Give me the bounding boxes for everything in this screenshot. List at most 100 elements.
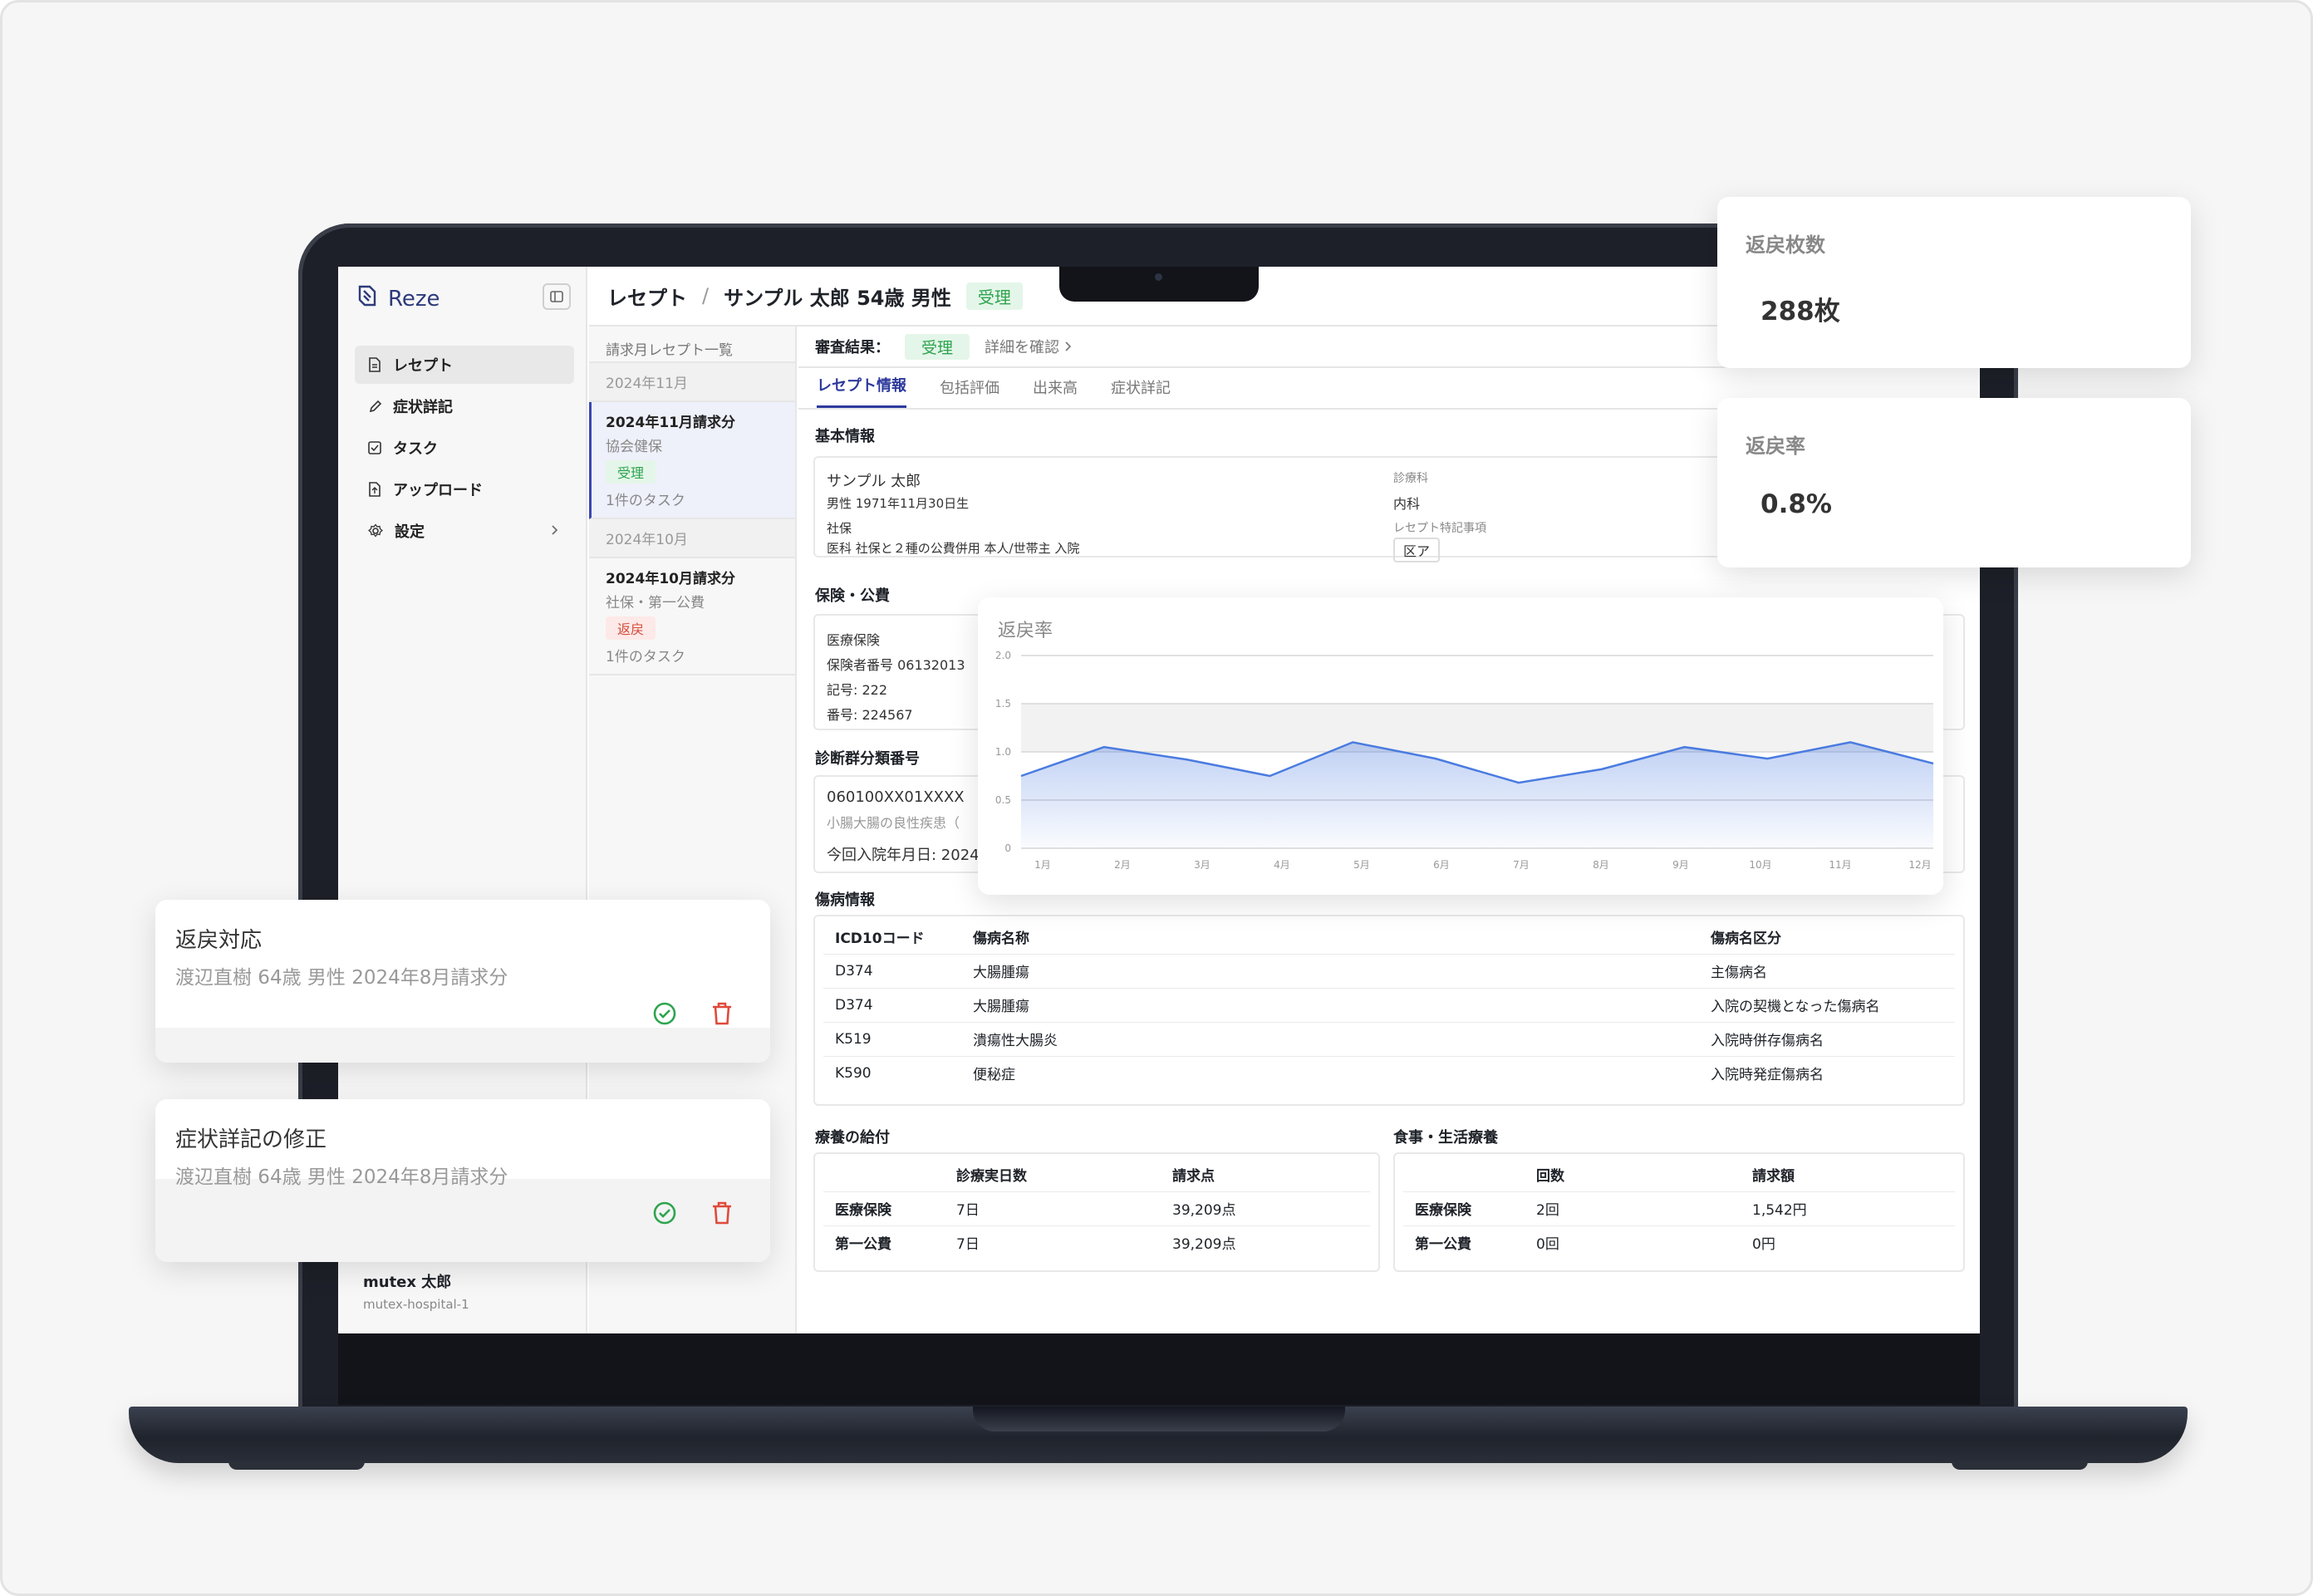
complete-button[interactable] — [651, 999, 679, 1028]
check-circle-icon — [653, 1002, 676, 1025]
insurance-category: 社保 — [827, 521, 852, 536]
table-cell: 大腸腫瘍 — [961, 954, 1699, 989]
insurance-number: 番号: 224567 — [827, 707, 913, 723]
table-cell: 第一公費 — [835, 1236, 891, 1254]
special-label: レセプト特記事項 — [1393, 522, 1486, 535]
tab-comprehensive[interactable]: 包括評価 — [940, 376, 999, 408]
x-tick-label: 4月 — [1274, 859, 1290, 871]
review-detail-label: 詳細を確認 — [985, 339, 1060, 356]
sidebar-item-upload[interactable]: アップロード — [355, 470, 574, 508]
list-item[interactable]: 2024年10月請求分 社保・第一公費 返戻 1件のタスク — [589, 558, 795, 675]
stat-value: 0.8% — [1761, 489, 1832, 519]
table-row[interactable]: K519 潰瘍性大腸炎 入院時併存傷病名 — [823, 1022, 1955, 1057]
stat-label: 返戻枚数 — [1746, 233, 1825, 257]
x-tick-label: 1月 — [1034, 859, 1051, 871]
table-row[interactable]: D374 大腸腫瘍 入院の契機となった傷病名 — [823, 988, 1955, 1023]
table-cell: 第一公費 — [1415, 1236, 1471, 1254]
table-cell: 潰瘍性大腸炎 — [961, 1022, 1699, 1057]
column-header: 傷病名区分 — [1699, 920, 1955, 955]
sidebar-item-symptom[interactable]: 症状詳記 — [355, 387, 574, 425]
delete-button[interactable] — [708, 1199, 736, 1227]
brand[interactable]: Reze — [355, 283, 440, 314]
table-cell: 入院時併存傷病名 — [1699, 1022, 1955, 1057]
task-title: 返戻対応 — [175, 928, 263, 953]
hospital-id: mutex-hospital-1 — [363, 1297, 469, 1312]
table-cell: 39,209点 — [1172, 1236, 1236, 1254]
list-item-tasks: 1件のタスク — [606, 493, 685, 509]
column-header: 傷病名称 — [961, 920, 1699, 955]
task-card[interactable]: 返戻対応 渡辺直樹 64歳 男性 2024年8月請求分 — [155, 900, 770, 1063]
insurance-symbol: 記号: 222 — [827, 682, 888, 698]
table-cell: 7日 — [945, 1191, 1161, 1226]
task-card-footer — [155, 1028, 770, 1063]
status-badge: 受理 — [965, 282, 1023, 310]
task-subtitle: 渡辺直樹 64歳 男性 2024年8月請求分 — [175, 1166, 508, 1188]
breadcrumb-section[interactable]: レセプト — [607, 282, 687, 311]
sidebar-item-label: 症状詳記 — [393, 399, 453, 416]
camera-notch — [1059, 267, 1259, 302]
column-header: 診療実日数 — [945, 1157, 1161, 1192]
stat-card-return-rate: 返戻率 0.8% — [1717, 398, 2191, 567]
table-cell: D374 — [823, 988, 961, 1023]
table-cell: K519 — [823, 1022, 961, 1057]
upload-file-icon — [369, 482, 381, 497]
pencil-icon — [369, 400, 381, 413]
sidebar-item-task[interactable]: タスク — [355, 429, 574, 467]
disease-table: ICD10コード 傷病名称 傷病名区分 D374 大腸腫瘍 主傷病名 D374 大腸腫… — [823, 920, 1955, 1090]
x-tick-label: 10月 — [1749, 859, 1771, 871]
table-header-row: 診療実日数 請求点 — [823, 1157, 1370, 1192]
document-icon — [369, 357, 381, 372]
table-row[interactable]: D374 大腸腫瘍 主傷病名 — [823, 954, 1955, 989]
review-detail-link[interactable]: 詳細を確認 — [985, 336, 1073, 357]
gear-icon — [368, 523, 383, 538]
sidebar-collapse-button[interactable] — [543, 283, 571, 310]
list-item-insurer: 協会健保 — [606, 439, 662, 455]
table-cell: 1,542円 — [1741, 1191, 1955, 1226]
x-tick-label: 7月 — [1513, 859, 1530, 871]
gender-birth: 男性 1971年11月30日生 — [827, 496, 970, 511]
plot-band — [1021, 704, 1933, 752]
sidebar-item-settings[interactable]: 設定 — [355, 512, 574, 550]
stat-label: 返戻率 — [1746, 435, 1805, 458]
list-item-title: 2024年10月請求分 — [606, 571, 735, 587]
x-tick-label: 2月 — [1114, 859, 1131, 871]
column-header — [1403, 1157, 1525, 1192]
complete-button[interactable] — [651, 1199, 679, 1227]
column-header: 請求額 — [1741, 1157, 1955, 1192]
task-card[interactable]: 症状詳記の修正 渡辺直樹 64歳 男性 2024年8月請求分 — [155, 1099, 770, 1262]
list-item[interactable]: 2024年11月請求分 協会健保 受理 1件のタスク — [589, 402, 795, 519]
sidebar-item-receipt[interactable]: レセプト — [355, 346, 574, 384]
tab-symptom-detail[interactable]: 症状詳記 — [1111, 376, 1171, 408]
dpc-name: 小腸大腸の良性疾患（ — [827, 815, 960, 831]
sidebar-item-label: 設定 — [395, 523, 425, 541]
tab-fee-for-service[interactable]: 出来高 — [1033, 376, 1078, 408]
tab-receipt-info[interactable]: レセプト情報 — [817, 374, 906, 408]
list-item-insurer: 社保・第一公費 — [606, 595, 705, 611]
table-row[interactable]: 第一公費 0回 0円 — [1403, 1225, 1955, 1260]
laptop-base-notch — [973, 1407, 1345, 1431]
task-subtitle: 渡辺直樹 64歳 男性 2024年8月請求分 — [175, 967, 508, 989]
trash-icon — [713, 1201, 731, 1225]
checkbox-icon — [368, 441, 381, 454]
laptop-foot-right — [1952, 1461, 2088, 1470]
laptop-bezel — [338, 1333, 1980, 1405]
trash-icon — [713, 1002, 731, 1025]
delete-button[interactable] — [708, 999, 736, 1028]
table-row[interactable]: 第一公費 7日 39,209点 — [823, 1225, 1370, 1260]
user-info[interactable]: mutex 太郎 mutex-hospital-1 — [363, 1270, 469, 1312]
table-header-row: 回数 請求額 — [1403, 1157, 1955, 1192]
table-cell: 0回 — [1536, 1236, 1559, 1254]
column-header: ICD10コード — [823, 920, 961, 955]
admission-date: 今回入院年月日: 2024 — [827, 847, 980, 864]
task-title: 症状詳記の修正 — [175, 1127, 327, 1152]
y-tick-label: 2.0 — [995, 650, 1011, 661]
table-row[interactable]: 医療保険 7日 39,209点 — [823, 1191, 1370, 1226]
sidebar-nav: レセプト 症状詳記 タスク アップロード 設定 — [355, 346, 574, 553]
breadcrumb-separator: / — [702, 284, 710, 307]
table-row[interactable]: 医療保険 2回 1,542円 — [1403, 1191, 1955, 1226]
receipt-kind: 医科 社保と２種の公費併用 本人/世帯主 入院 — [827, 541, 1080, 556]
y-tick-label: 1.0 — [995, 746, 1011, 758]
chevron-right-icon — [551, 523, 559, 540]
table-row[interactable]: K590 便秘症 入院時発症傷病名 — [823, 1056, 1955, 1090]
table-cell: 大腸腫瘍 — [961, 988, 1699, 1023]
